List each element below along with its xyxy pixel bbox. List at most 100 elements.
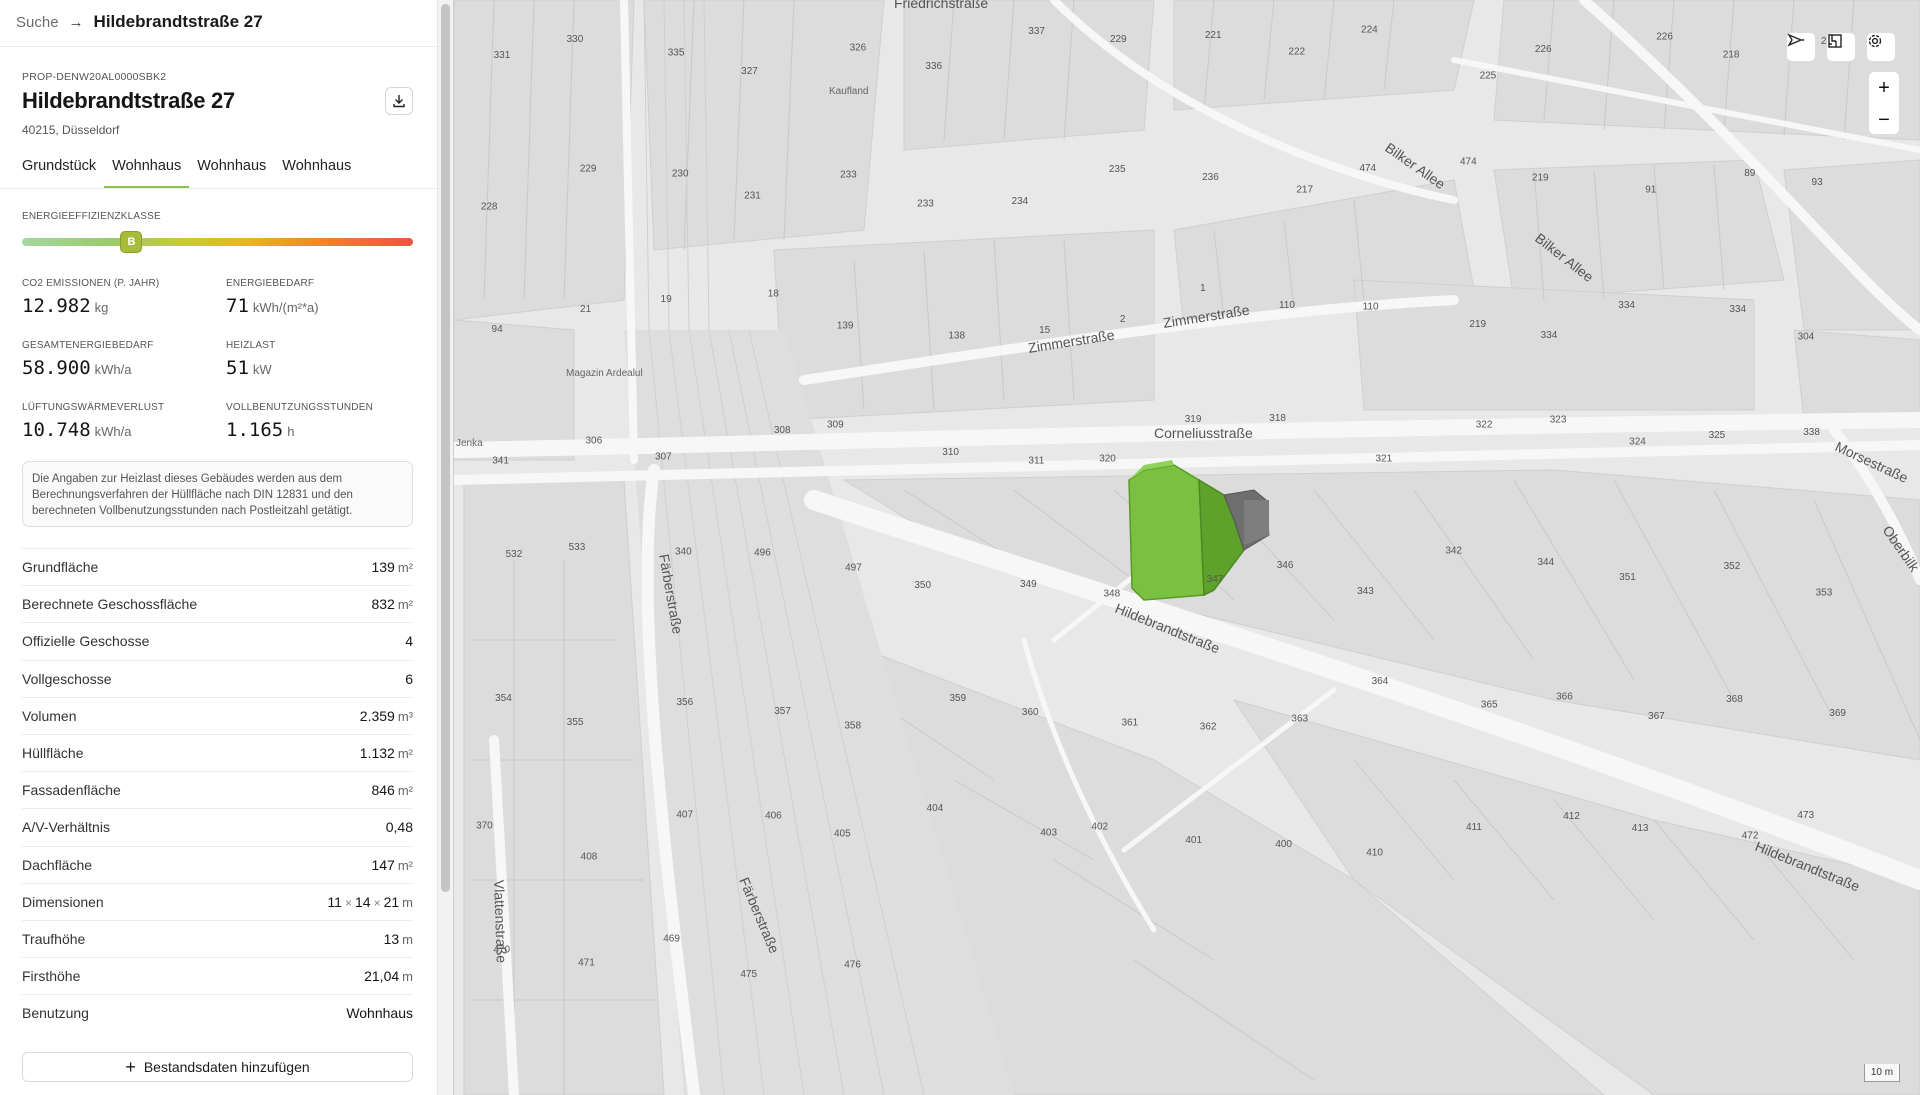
row-key: Vollgeschosse bbox=[22, 670, 112, 687]
house-number: 222 bbox=[1288, 46, 1305, 57]
add-inventory-data-button[interactable]: + Bestandsdaten hinzufügen bbox=[22, 1052, 413, 1082]
tab-grundstueck[interactable]: Grundstück bbox=[14, 152, 104, 188]
house-number: 307 bbox=[655, 452, 672, 463]
house-number: 469 bbox=[663, 933, 680, 944]
tab-wohnhaus-2[interactable]: Wohnhaus bbox=[189, 152, 274, 188]
metric-value: 12.982 bbox=[22, 295, 91, 317]
house-number: 218 bbox=[1723, 50, 1740, 61]
house-number: 323 bbox=[1550, 415, 1567, 426]
row-unit: m bbox=[402, 894, 413, 910]
house-number: 306 bbox=[585, 435, 602, 446]
house-number: 360 bbox=[1022, 707, 1039, 718]
metric-energiebedarf: ENERGIEBEDARF 71 kWh/(m²*a) bbox=[226, 278, 319, 317]
map-view[interactable]: Corneliusstraße Hildebrandtstraße Hildeb… bbox=[454, 0, 1920, 1095]
house-number: 497 bbox=[845, 563, 862, 574]
house-number: 473 bbox=[1797, 810, 1814, 821]
row-unit: m² bbox=[397, 560, 413, 576]
house-number: 336 bbox=[925, 61, 942, 72]
metric-label: VOLLBENUTZUNGSSTUNDEN bbox=[226, 402, 373, 413]
energy-class-marker: B bbox=[120, 231, 143, 253]
house-number: 496 bbox=[754, 547, 771, 558]
metric-unit: kg bbox=[94, 300, 109, 315]
energy-class-label: ENERGIEEFFIZIENZKLASSE bbox=[22, 211, 161, 222]
zoom-out-button[interactable]: − bbox=[1869, 104, 1899, 136]
house-number: 370 bbox=[476, 820, 493, 831]
house-number: 470 bbox=[493, 945, 510, 956]
house-number: 89 bbox=[1744, 168, 1756, 179]
zoom-in-button[interactable]: + bbox=[1869, 72, 1899, 104]
house-number: 352 bbox=[1724, 561, 1741, 572]
house-number: 364 bbox=[1372, 676, 1389, 687]
house-number: 319 bbox=[1185, 414, 1202, 425]
house-number: 474 bbox=[1460, 157, 1477, 168]
metric-label: CO2 EMISSIONEN (P. JAHR) bbox=[22, 278, 160, 289]
house-number: 337 bbox=[1028, 26, 1045, 37]
house-number: 369 bbox=[1829, 708, 1846, 719]
row-unit: m bbox=[402, 969, 413, 985]
house-number: 351 bbox=[1619, 572, 1636, 583]
table-row: A/V-Verhältnis 0,48 bbox=[22, 808, 413, 845]
house-number: 342 bbox=[1445, 545, 1462, 556]
sidebar-scrollbar-thumb[interactable] bbox=[441, 4, 450, 892]
house-number: 15 bbox=[1039, 325, 1051, 336]
settings-button[interactable] bbox=[1866, 32, 1896, 62]
house-number: 233 bbox=[917, 198, 934, 209]
table-row: Vollgeschosse 6 bbox=[22, 659, 413, 697]
house-number: 356 bbox=[676, 697, 693, 708]
house-number: 138 bbox=[948, 330, 965, 341]
row-unit: m² bbox=[397, 857, 413, 873]
house-number: 139 bbox=[837, 320, 854, 331]
table-row-dimensions: Dimensionen 11 × 14 × 21 m bbox=[22, 882, 413, 920]
street-label: Friedrichstraße bbox=[894, 0, 988, 11]
house-number: 221 bbox=[1205, 30, 1222, 41]
house-number: 233 bbox=[840, 170, 857, 181]
house-number: 366 bbox=[1556, 692, 1573, 703]
row-value: Wohnhaus bbox=[346, 1005, 413, 1022]
layers-button[interactable] bbox=[1826, 32, 1856, 62]
metric-value: 71 bbox=[226, 295, 249, 317]
poi-label: Magazin Ardealul bbox=[566, 368, 643, 379]
house-number: 475 bbox=[740, 969, 757, 980]
row-value: 846 bbox=[371, 782, 395, 799]
add-button-label: Bestandsdaten hinzufügen bbox=[143, 1059, 310, 1075]
metric-label: ENERGIEBEDARF bbox=[226, 278, 315, 289]
map-scale: 10 m bbox=[1864, 1064, 1900, 1082]
layers-icon bbox=[1828, 34, 1842, 48]
row-key: Hüllfläche bbox=[22, 745, 84, 762]
metric-label: GESAMTENERGIEBEDARF bbox=[22, 340, 154, 351]
row-key: Benutzung bbox=[22, 1005, 89, 1022]
house-number: 224 bbox=[1361, 25, 1378, 36]
house-number: 310 bbox=[942, 447, 959, 458]
house-number: 349 bbox=[1020, 579, 1037, 590]
house-number: 350 bbox=[914, 580, 931, 591]
map-canvas[interactable]: Corneliusstraße Hildebrandtstraße Hildeb… bbox=[454, 0, 1920, 1095]
house-number: 231 bbox=[744, 191, 761, 202]
table-row: Traufhöhe 13 m bbox=[22, 919, 413, 957]
row-unit: m² bbox=[397, 746, 413, 762]
dimension-a: 11 bbox=[327, 893, 342, 910]
breadcrumb-search-link[interactable]: Suche bbox=[16, 14, 59, 31]
metric-unit: kW bbox=[252, 362, 272, 377]
house-number: 400 bbox=[1275, 839, 1292, 850]
row-value: 147 bbox=[371, 856, 395, 873]
house-number: 474 bbox=[1359, 163, 1376, 174]
row-value: 832 bbox=[371, 596, 395, 613]
arrow-right-icon: → bbox=[68, 13, 84, 31]
metric-unit: kWh/a bbox=[94, 424, 132, 439]
house-number: 353 bbox=[1816, 587, 1833, 598]
house-number: 334 bbox=[1729, 304, 1746, 315]
house-number: 472 bbox=[1742, 830, 1759, 841]
download-button[interactable] bbox=[385, 87, 413, 115]
heizlast-info-note: Die Angaben zur Heizlast dieses Gebäudes… bbox=[22, 461, 413, 527]
tab-wohnhaus-1[interactable]: Wohnhaus bbox=[104, 152, 190, 188]
house-number: 21 bbox=[580, 304, 592, 315]
table-row: Grundfläche 139 m² bbox=[22, 548, 413, 585]
tab-wohnhaus-3[interactable]: Wohnhaus bbox=[274, 152, 359, 188]
download-icon bbox=[393, 95, 405, 108]
row-value: 4 bbox=[405, 633, 413, 650]
row-key: Traufhöhe bbox=[22, 930, 86, 947]
navigate-button[interactable] bbox=[1786, 32, 1816, 62]
house-number: 407 bbox=[676, 810, 693, 821]
metric-unit: h bbox=[287, 424, 295, 439]
table-row: Volumen 2.359 m³ bbox=[22, 696, 413, 734]
